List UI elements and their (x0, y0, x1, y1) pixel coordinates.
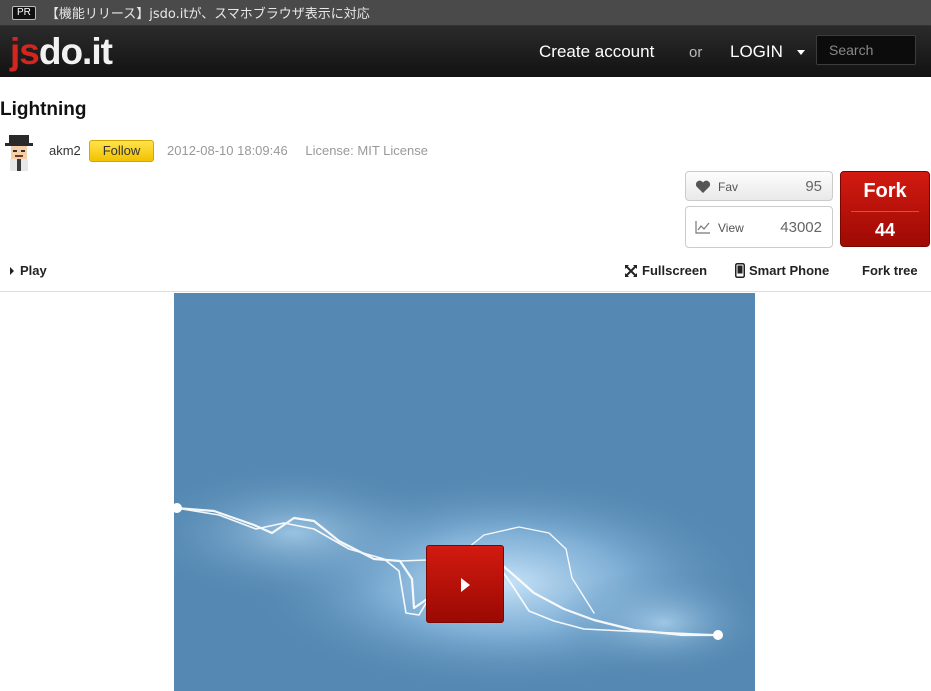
smartphone-icon (735, 263, 745, 279)
view-label: View (718, 221, 744, 235)
search-input[interactable] (816, 35, 916, 65)
login-menu[interactable]: LOGIN (730, 42, 783, 62)
create-account-link[interactable]: Create account (539, 42, 654, 62)
triangle-right-icon (10, 266, 14, 275)
follow-button[interactable]: Follow (89, 140, 154, 162)
toolbar-divider (0, 291, 931, 292)
pr-badge: PR (12, 5, 36, 20)
fav-button[interactable]: Fav 95 (685, 171, 833, 201)
play-icon (461, 578, 470, 592)
smart-phone-label: Smart Phone (749, 263, 830, 278)
line-chart-icon (695, 221, 710, 234)
view-stat: View 43002 (685, 206, 833, 248)
fork-label: Fork (863, 180, 907, 202)
fork-tree-link[interactable]: Fork tree (862, 263, 918, 278)
author-name[interactable]: akm2 (49, 143, 81, 158)
fullscreen-icon (625, 264, 637, 277)
smart-phone-button[interactable]: Smart Phone (735, 263, 829, 279)
fork-divider (851, 211, 919, 212)
license-text[interactable]: License: MIT License (305, 143, 428, 158)
fork-button[interactable]: Fork 44 (840, 171, 930, 247)
fullscreen-button[interactable]: Fullscreen (624, 263, 707, 279)
lightning-preview (174, 293, 755, 691)
logo-rest: do.it (38, 31, 113, 72)
code-title: Lightning (0, 99, 87, 120)
fullscreen-label: Fullscreen (642, 263, 708, 278)
view-count: 43002 (780, 219, 822, 236)
or-text: or (689, 44, 703, 61)
caret-down-icon[interactable] (797, 50, 805, 55)
code-meta: 2012-08-10 18:09:46 License: MIT License (167, 143, 428, 158)
fav-label: Fav (718, 180, 739, 194)
post-date: 2012-08-10 18:09:46 (167, 143, 288, 158)
fork-count: 44 (874, 220, 896, 240)
logo-j: j (10, 31, 20, 72)
heart-icon (695, 180, 711, 193)
play-toggle[interactable]: Play (10, 263, 47, 278)
site-header: jsdo.it Create account or LOGIN (0, 26, 931, 77)
fav-count: 95 (805, 178, 822, 195)
logo-s: s (19, 31, 40, 72)
code-preview-stage[interactable] (174, 293, 755, 691)
pr-bar: PR 【機能リリース】jsdo.itが、スマホブラウザ表示に対応 (0, 0, 931, 26)
run-play-button[interactable] (426, 545, 504, 623)
play-label: Play (20, 263, 47, 278)
user-avatar[interactable] (4, 133, 34, 171)
jsdoit-logo[interactable]: jsdo.it (10, 31, 113, 73)
pr-link[interactable]: 【機能リリース】jsdo.itが、スマホブラウザ表示に対応 (46, 3, 370, 22)
